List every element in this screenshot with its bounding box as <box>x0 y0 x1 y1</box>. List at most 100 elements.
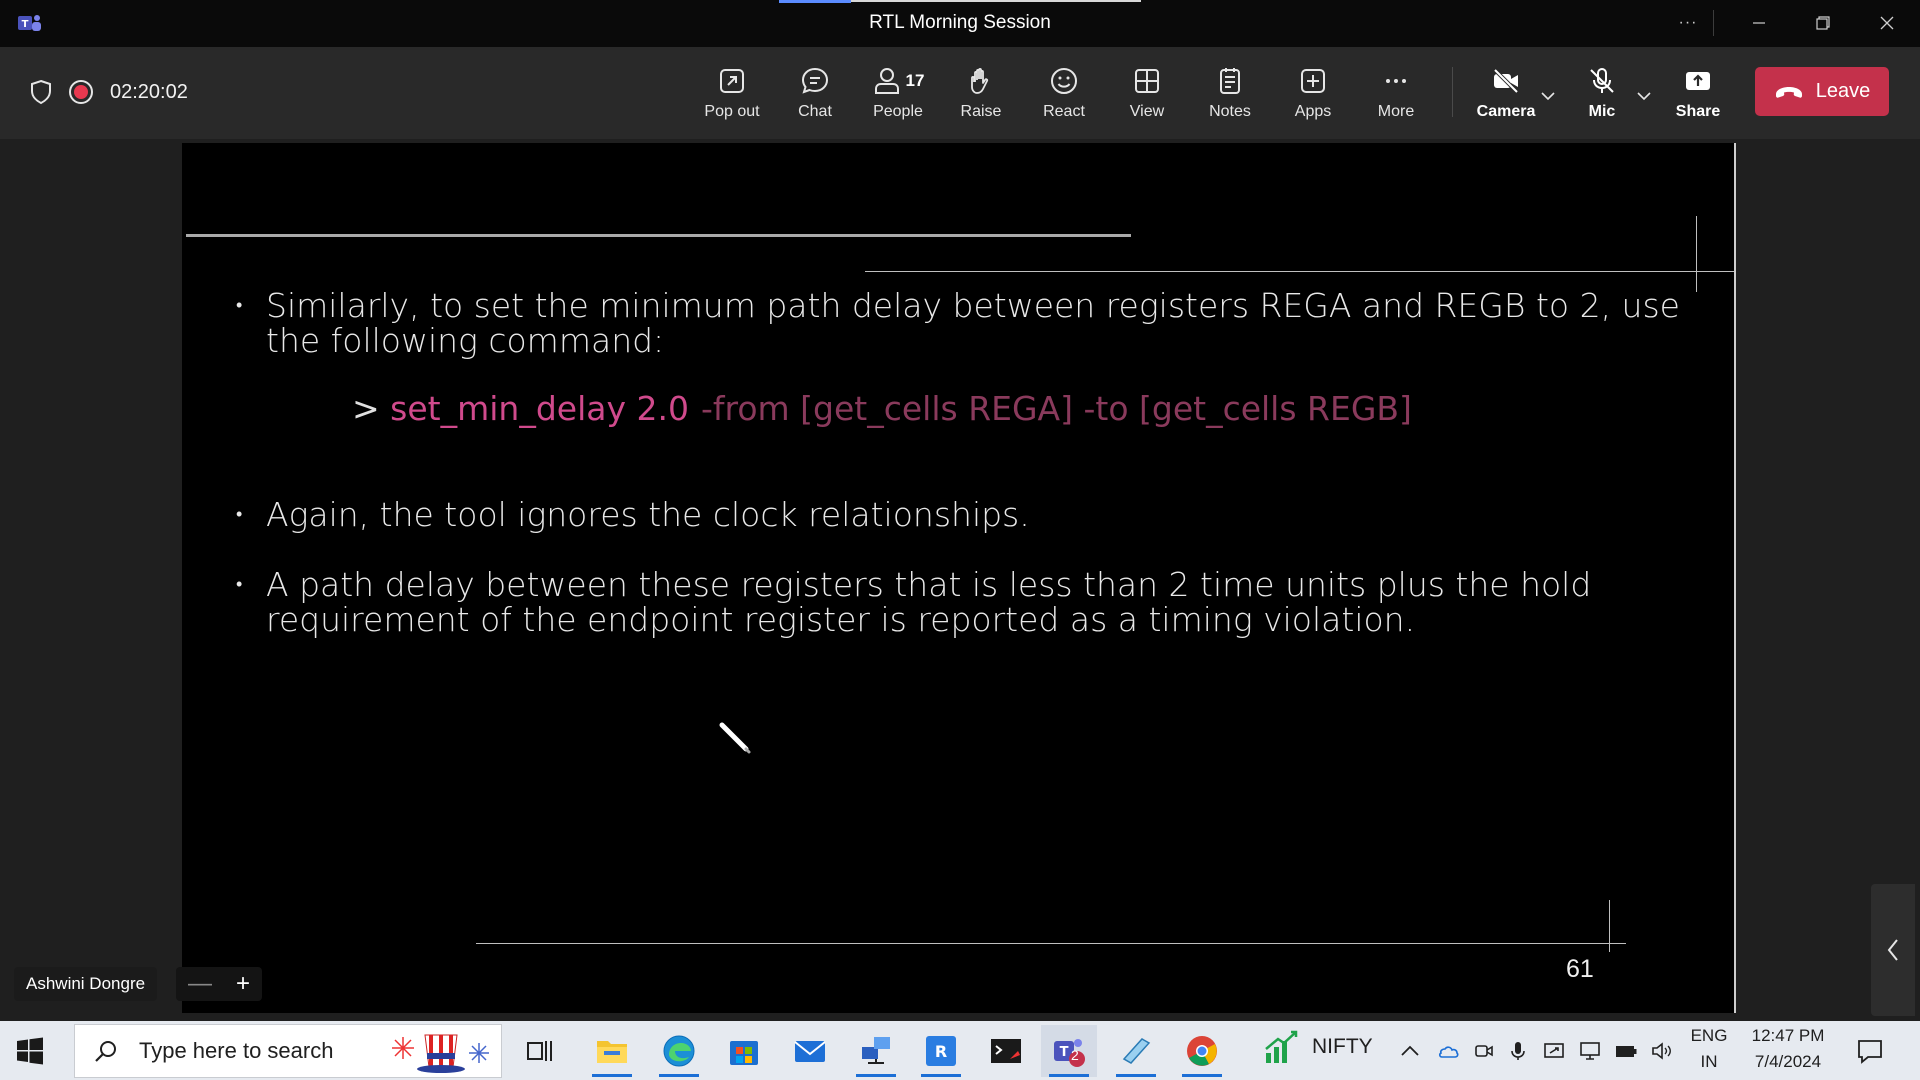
more-icon <box>1386 79 1406 83</box>
mic-options-chevron-icon[interactable] <box>1634 85 1654 105</box>
taskbar-vpn-client[interactable]: R <box>913 1025 969 1077</box>
apps-button[interactable]: Apps <box>1273 61 1353 127</box>
restore-button[interactable] <box>1806 8 1840 38</box>
restore-icon <box>1816 16 1830 30</box>
taskbar-mail[interactable] <box>782 1025 838 1077</box>
people-count: 17 <box>905 71 925 90</box>
minimize-button[interactable] <box>1742 8 1776 38</box>
more-button[interactable]: More <box>1356 61 1436 127</box>
mic-button[interactable]: Mic <box>1562 61 1642 127</box>
raise-hand-button[interactable]: Raise <box>941 61 1021 127</box>
taskbar-terminal[interactable] <box>978 1025 1034 1077</box>
share-button[interactable]: Share <box>1658 61 1738 127</box>
task-view-button[interactable] <box>512 1025 568 1077</box>
stock-chart-icon <box>1265 1030 1298 1063</box>
view-button[interactable]: View <box>1107 61 1187 127</box>
zoom-controls: — + <box>176 967 262 1001</box>
meeting-timer: 02:20:02 <box>110 80 188 103</box>
raise-label: Raise <box>960 103 1002 120</box>
chevron-left-icon <box>1887 939 1898 961</box>
notepad-icon <box>1122 1038 1151 1064</box>
task-view-icon <box>527 1041 552 1061</box>
search-icon <box>95 1041 116 1062</box>
pen-cursor-icon <box>719 722 751 754</box>
taskbar-edge[interactable] <box>651 1025 707 1077</box>
input-language[interactable]: ENG IN <box>1686 1026 1732 1072</box>
search-placeholder: Type here to search <box>139 1038 334 1063</box>
title-progress-accent <box>779 0 851 3</box>
more-options-icon: ··· <box>1678 14 1698 31</box>
slide-header-rule-thin <box>865 271 1735 272</box>
network-tray-icon[interactable] <box>1578 1039 1602 1063</box>
bullet-1-text: Similarly, to set the minimum path delay… <box>266 286 1680 360</box>
remote-desktop-icon <box>862 1037 890 1064</box>
presenter-name-tag: Ashwini Dongre <box>14 967 158 1001</box>
smiley-icon <box>1051 68 1077 94</box>
terminal-icon <box>991 1039 1021 1063</box>
slide-footer-mark <box>1609 900 1610 952</box>
bullet-symbol: • <box>236 504 243 525</box>
volume-tray-icon[interactable] <box>1650 1039 1674 1063</box>
title-separator <box>1713 10 1714 36</box>
react-button[interactable]: React <box>1024 61 1104 127</box>
system-clock[interactable]: 12:47 PM 7/4/2024 <box>1744 1026 1832 1072</box>
zoom-out-button[interactable]: — <box>188 970 212 998</box>
slide-corner-mark <box>1696 216 1697 292</box>
mail-icon <box>794 1041 826 1062</box>
active-indicator <box>659 1074 699 1077</box>
command-main: set_min_delay 2.0 <box>390 389 689 428</box>
taskbar-chrome[interactable] <box>1174 1025 1230 1077</box>
close-icon <box>1880 16 1894 30</box>
meeting-video-tray-icon[interactable] <box>1472 1039 1496 1063</box>
pop-out-label: Pop out <box>704 103 760 120</box>
show-hidden-icons-chevron-icon[interactable] <box>1398 1039 1422 1063</box>
microphone-tray-icon[interactable] <box>1506 1039 1530 1063</box>
taskbar-file-explorer[interactable] <box>584 1025 640 1077</box>
notes-label: Notes <box>1209 103 1251 120</box>
chat-button[interactable]: Chat <box>775 61 855 127</box>
camera-options-chevron-icon[interactable] <box>1538 85 1558 105</box>
windows-start-icon[interactable] <box>16 1037 44 1065</box>
vpn-client-icon: R <box>926 1036 956 1066</box>
share-label: Share <box>1675 103 1721 120</box>
raise-hand-icon <box>971 67 989 94</box>
nifty-stock-widget[interactable]: NIFTY <box>1262 1029 1373 1065</box>
side-panel-toggle[interactable] <box>1871 884 1915 1016</box>
recording-icon <box>69 80 93 104</box>
taskbar-search-box[interactable]: Type here to search <box>74 1024 502 1078</box>
meeting-toolbar: 02:20:02 Pop out Chat 17 People Raise Re… <box>0 47 1920 139</box>
shield-icon[interactable] <box>28 79 54 105</box>
minimize-icon <box>1753 22 1765 24</box>
slide-command: > set_min_delay 2.0 -from [get_cells REGA… <box>352 389 1412 428</box>
command-arguments: -from [get_cells REGA] -to [get_cells RE… <box>700 389 1412 428</box>
taskbar-notepad[interactable] <box>1108 1025 1164 1077</box>
pop-out-button[interactable]: Pop out <box>692 61 772 127</box>
taskbar-teams[interactable]: T 2 <box>1041 1025 1097 1077</box>
battery-tray-icon[interactable] <box>1614 1039 1638 1063</box>
svg-text:T: T <box>1060 1045 1069 1060</box>
slide-bullet-3: • A path delay between these registers t… <box>236 567 1686 637</box>
view-label: View <box>1129 103 1165 120</box>
zoom-in-button[interactable]: + <box>236 970 250 998</box>
close-button[interactable] <box>1870 8 1904 38</box>
more-options-button[interactable]: ··· <box>1671 8 1705 38</box>
notification-center-icon[interactable] <box>1856 1037 1884 1065</box>
notes-button[interactable]: Notes <box>1190 61 1270 127</box>
leave-button[interactable]: Leave <box>1755 67 1889 116</box>
taskbar-remote-desktop[interactable] <box>848 1025 904 1077</box>
leave-label: Leave <box>1815 80 1871 102</box>
bullet-2-text: Again, the tool ignores the clock relati… <box>266 495 1030 534</box>
slide-bullet-2: • Again, the tool ignores the clock rela… <box>236 495 1686 534</box>
title-progress-track <box>851 0 1141 2</box>
people-icon <box>874 68 899 94</box>
onedrive-cloud-icon[interactable] <box>1436 1039 1460 1063</box>
remote-session-tray-icon[interactable] <box>1542 1039 1566 1063</box>
camera-button[interactable]: Camera <box>1466 61 1546 127</box>
add-app-icon <box>1301 69 1325 93</box>
slide-page-number: 61 <box>1566 955 1594 983</box>
people-button[interactable]: 17 People <box>858 61 938 127</box>
notes-icon <box>1220 68 1240 94</box>
apps-label: Apps <box>1294 103 1332 120</box>
chat-label: Chat <box>798 103 832 120</box>
taskbar-microsoft-store[interactable] <box>716 1025 772 1077</box>
